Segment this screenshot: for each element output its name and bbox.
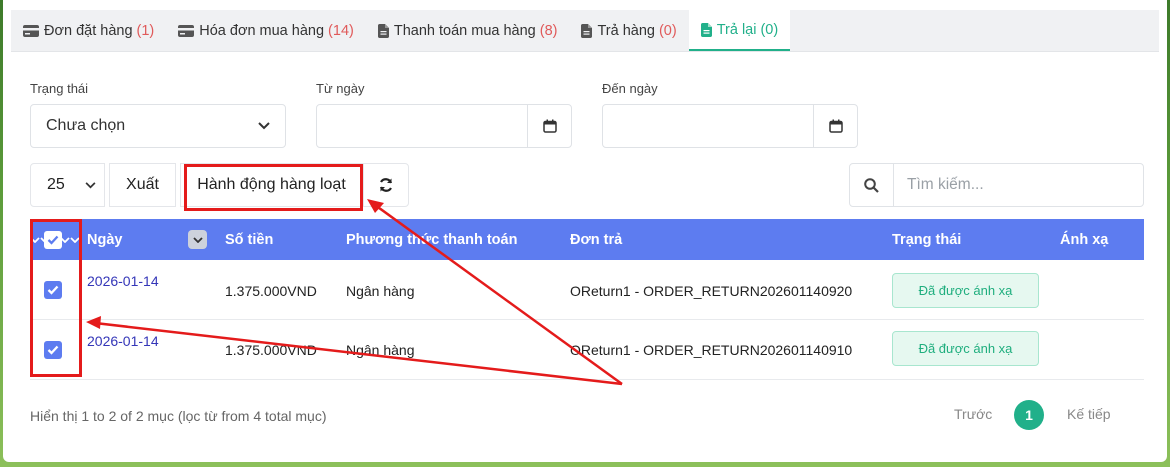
tab-count: (0) <box>760 21 779 38</box>
annotation-box-checkboxes <box>30 219 82 377</box>
column-label: Đơn trả <box>570 231 623 248</box>
table-header: Ngày Số tiền Phương thức thanh toán Đơn … <box>30 219 1144 260</box>
next-page-button[interactable]: Kế tiếp <box>1067 406 1111 422</box>
tab-refunds[interactable]: Trả lại (0) <box>688 10 791 51</box>
column-label: Số tiền <box>225 231 274 248</box>
row-payment-method: Ngân hàng <box>346 342 415 358</box>
pagination-info: Hiển thị 1 to 2 of 2 mục (lọc từ from 4 … <box>30 408 327 424</box>
row-return-order: OReturn1 - ORDER_RETURN202601140910 <box>570 342 853 358</box>
prev-page-button[interactable]: Trước <box>954 406 992 422</box>
credit-card-icon <box>178 24 195 37</box>
file-icon <box>377 23 389 38</box>
export-label: Xuất <box>126 176 159 193</box>
tab-label: Hóa đơn mua hàng <box>199 22 325 39</box>
column-header-payment-method[interactable]: Phương thức thanh toán <box>346 219 517 260</box>
status-select-value: Chưa chọn <box>46 117 126 134</box>
credit-card-icon <box>23 24 39 37</box>
search-button[interactable] <box>850 164 894 206</box>
tab-count: (14) <box>328 22 354 39</box>
to-date-input[interactable] <box>602 104 858 148</box>
column-header-date[interactable]: Ngày <box>87 219 122 260</box>
column-label: Trạng thái <box>892 231 962 248</box>
chevron-down-icon <box>188 230 207 249</box>
status-filter-label: Trạng thái <box>30 81 89 96</box>
status-badge: Đã được ánh xạ <box>892 331 1039 366</box>
page-size-value: 25 <box>47 176 65 193</box>
tab-count: (1) <box>136 22 155 39</box>
column-label: Phương thức thanh toán <box>346 231 518 248</box>
tab-count: (8) <box>539 22 558 39</box>
from-date-label: Từ ngày <box>316 81 365 96</box>
annotation-box-bulk-action <box>184 164 363 211</box>
refresh-button[interactable] <box>363 163 409 207</box>
refund-table: Ngày Số tiền Phương thức thanh toán Đơn … <box>30 219 1144 380</box>
column-header-amount[interactable]: Số tiền <box>225 219 273 260</box>
calendar-button[interactable] <box>813 105 857 147</box>
status-select[interactable]: Chưa chọn <box>30 104 286 148</box>
column-header-mapping[interactable]: Ánh xạ <box>1060 219 1108 260</box>
file-icon <box>700 22 712 37</box>
column-header-return-order[interactable]: Đơn trả <box>570 219 622 260</box>
page-number-button[interactable]: 1 <box>1014 400 1044 430</box>
search-field[interactable]: Tìm kiếm... <box>849 163 1144 207</box>
status-badge: Đã được ánh xạ <box>892 273 1039 308</box>
search-input[interactable]: Tìm kiếm... <box>894 176 984 194</box>
tab-bar: Đơn đặt hàng (1) Hóa đơn mua hàng (14) Tha… <box>11 10 1159 52</box>
tab-count: (0) <box>658 22 677 39</box>
file-icon <box>581 23 593 38</box>
sort-toggle-date[interactable] <box>188 219 207 260</box>
refresh-icon <box>379 178 393 192</box>
export-button[interactable]: Xuất <box>109 163 176 207</box>
row-payment-method: Ngân hàng <box>346 283 415 299</box>
tab-purchase-orders[interactable]: Đơn đặt hàng (1) <box>11 10 166 51</box>
tab-label: Trả lại <box>716 21 757 38</box>
row-return-order: OReturn1 - ORDER_RETURN202601140920 <box>570 283 853 299</box>
row-amount: 1.375.000VND <box>225 283 317 299</box>
chevron-down-icon <box>85 181 96 188</box>
tab-purchase-payments[interactable]: Thanh toán mua hàng (8) <box>366 10 570 51</box>
column-label: Ánh xạ <box>1060 231 1109 248</box>
table-row[interactable]: 2026-01-14 1.375.000VND Ngân hàng ORetur… <box>30 260 1144 320</box>
row-date-link[interactable]: 2026-01-14 <box>87 273 159 289</box>
search-icon <box>864 177 879 193</box>
tab-label: Đơn đặt hàng <box>44 22 133 39</box>
row-amount: 1.375.000VND <box>225 342 317 358</box>
column-header-status[interactable]: Trạng thái <box>892 219 961 260</box>
column-label: Ngày <box>87 231 123 248</box>
calendar-button[interactable] <box>527 105 571 147</box>
table-row[interactable]: 2026-01-14 1.375.000VND Ngân hàng ORetur… <box>30 320 1144 380</box>
calendar-icon <box>828 119 843 133</box>
calendar-icon <box>542 119 557 133</box>
row-date-link[interactable]: 2026-01-14 <box>87 333 159 349</box>
tab-label: Trả hàng <box>597 22 655 39</box>
tab-returns[interactable]: Trả hàng (0) <box>569 10 688 51</box>
from-date-input[interactable] <box>316 104 572 148</box>
tab-purchase-invoices[interactable]: Hóa đơn mua hàng (14) <box>166 10 366 51</box>
chevron-down-icon <box>258 122 270 130</box>
tab-label: Thanh toán mua hàng <box>393 22 536 39</box>
to-date-label: Đến ngày <box>602 81 658 96</box>
page-size-select[interactable]: 25 <box>30 163 105 207</box>
